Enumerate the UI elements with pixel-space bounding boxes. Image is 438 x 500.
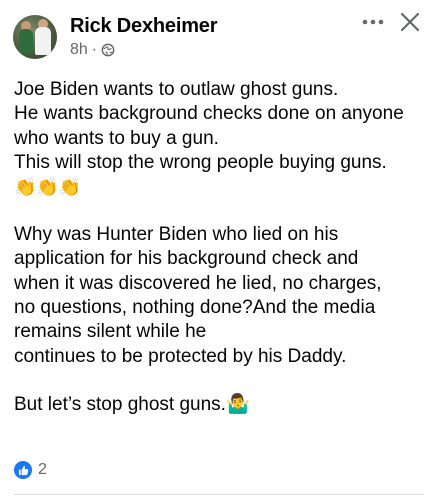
divider — [14, 494, 424, 495]
clapping-emoji-line: 👏👏👏 — [14, 177, 82, 198]
post-line: Why was Hunter Biden who lied on his — [14, 224, 339, 246]
post-line: continues to be protected by his Daddy. — [14, 345, 347, 367]
more-dots-icon — [362, 19, 384, 25]
post-text: Joe Biden wants to outlaw ghost guns. He… — [14, 78, 430, 417]
meta-separator: · — [91, 41, 98, 58]
post-time[interactable]: 8h — [70, 41, 88, 59]
reaction-count: 2 — [38, 461, 47, 478]
post-line: who wants to buy a gun. — [14, 127, 219, 149]
post-line: But let’s stop ghost guns.🤷‍♂️ — [14, 393, 250, 415]
post-line: no questions, nothing done?And the media — [14, 297, 376, 319]
post-meta: 8h · — [70, 41, 115, 59]
more-options-button[interactable] — [360, 10, 386, 34]
avatar[interactable] — [13, 15, 57, 59]
author-name[interactable]: Rick Dexheimer — [70, 15, 217, 38]
post-line: remains silent while he — [14, 321, 207, 343]
globe-icon — [101, 43, 115, 57]
reactions-summary[interactable]: 2 — [14, 461, 47, 479]
post-line: when it was discovered he lied, no charg… — [14, 272, 382, 294]
post-line: Joe Biden wants to outlaw ghost guns. — [14, 79, 339, 100]
post-header: Rick Dexheimer 8h · — [0, 0, 438, 70]
post-line: This will stop the wrong people buying g… — [14, 151, 387, 173]
post-line: He wants background checks done on anyon… — [14, 103, 404, 125]
post-line: application for his background check and — [14, 248, 359, 270]
close-icon[interactable] — [399, 11, 421, 33]
like-icon — [14, 461, 32, 479]
